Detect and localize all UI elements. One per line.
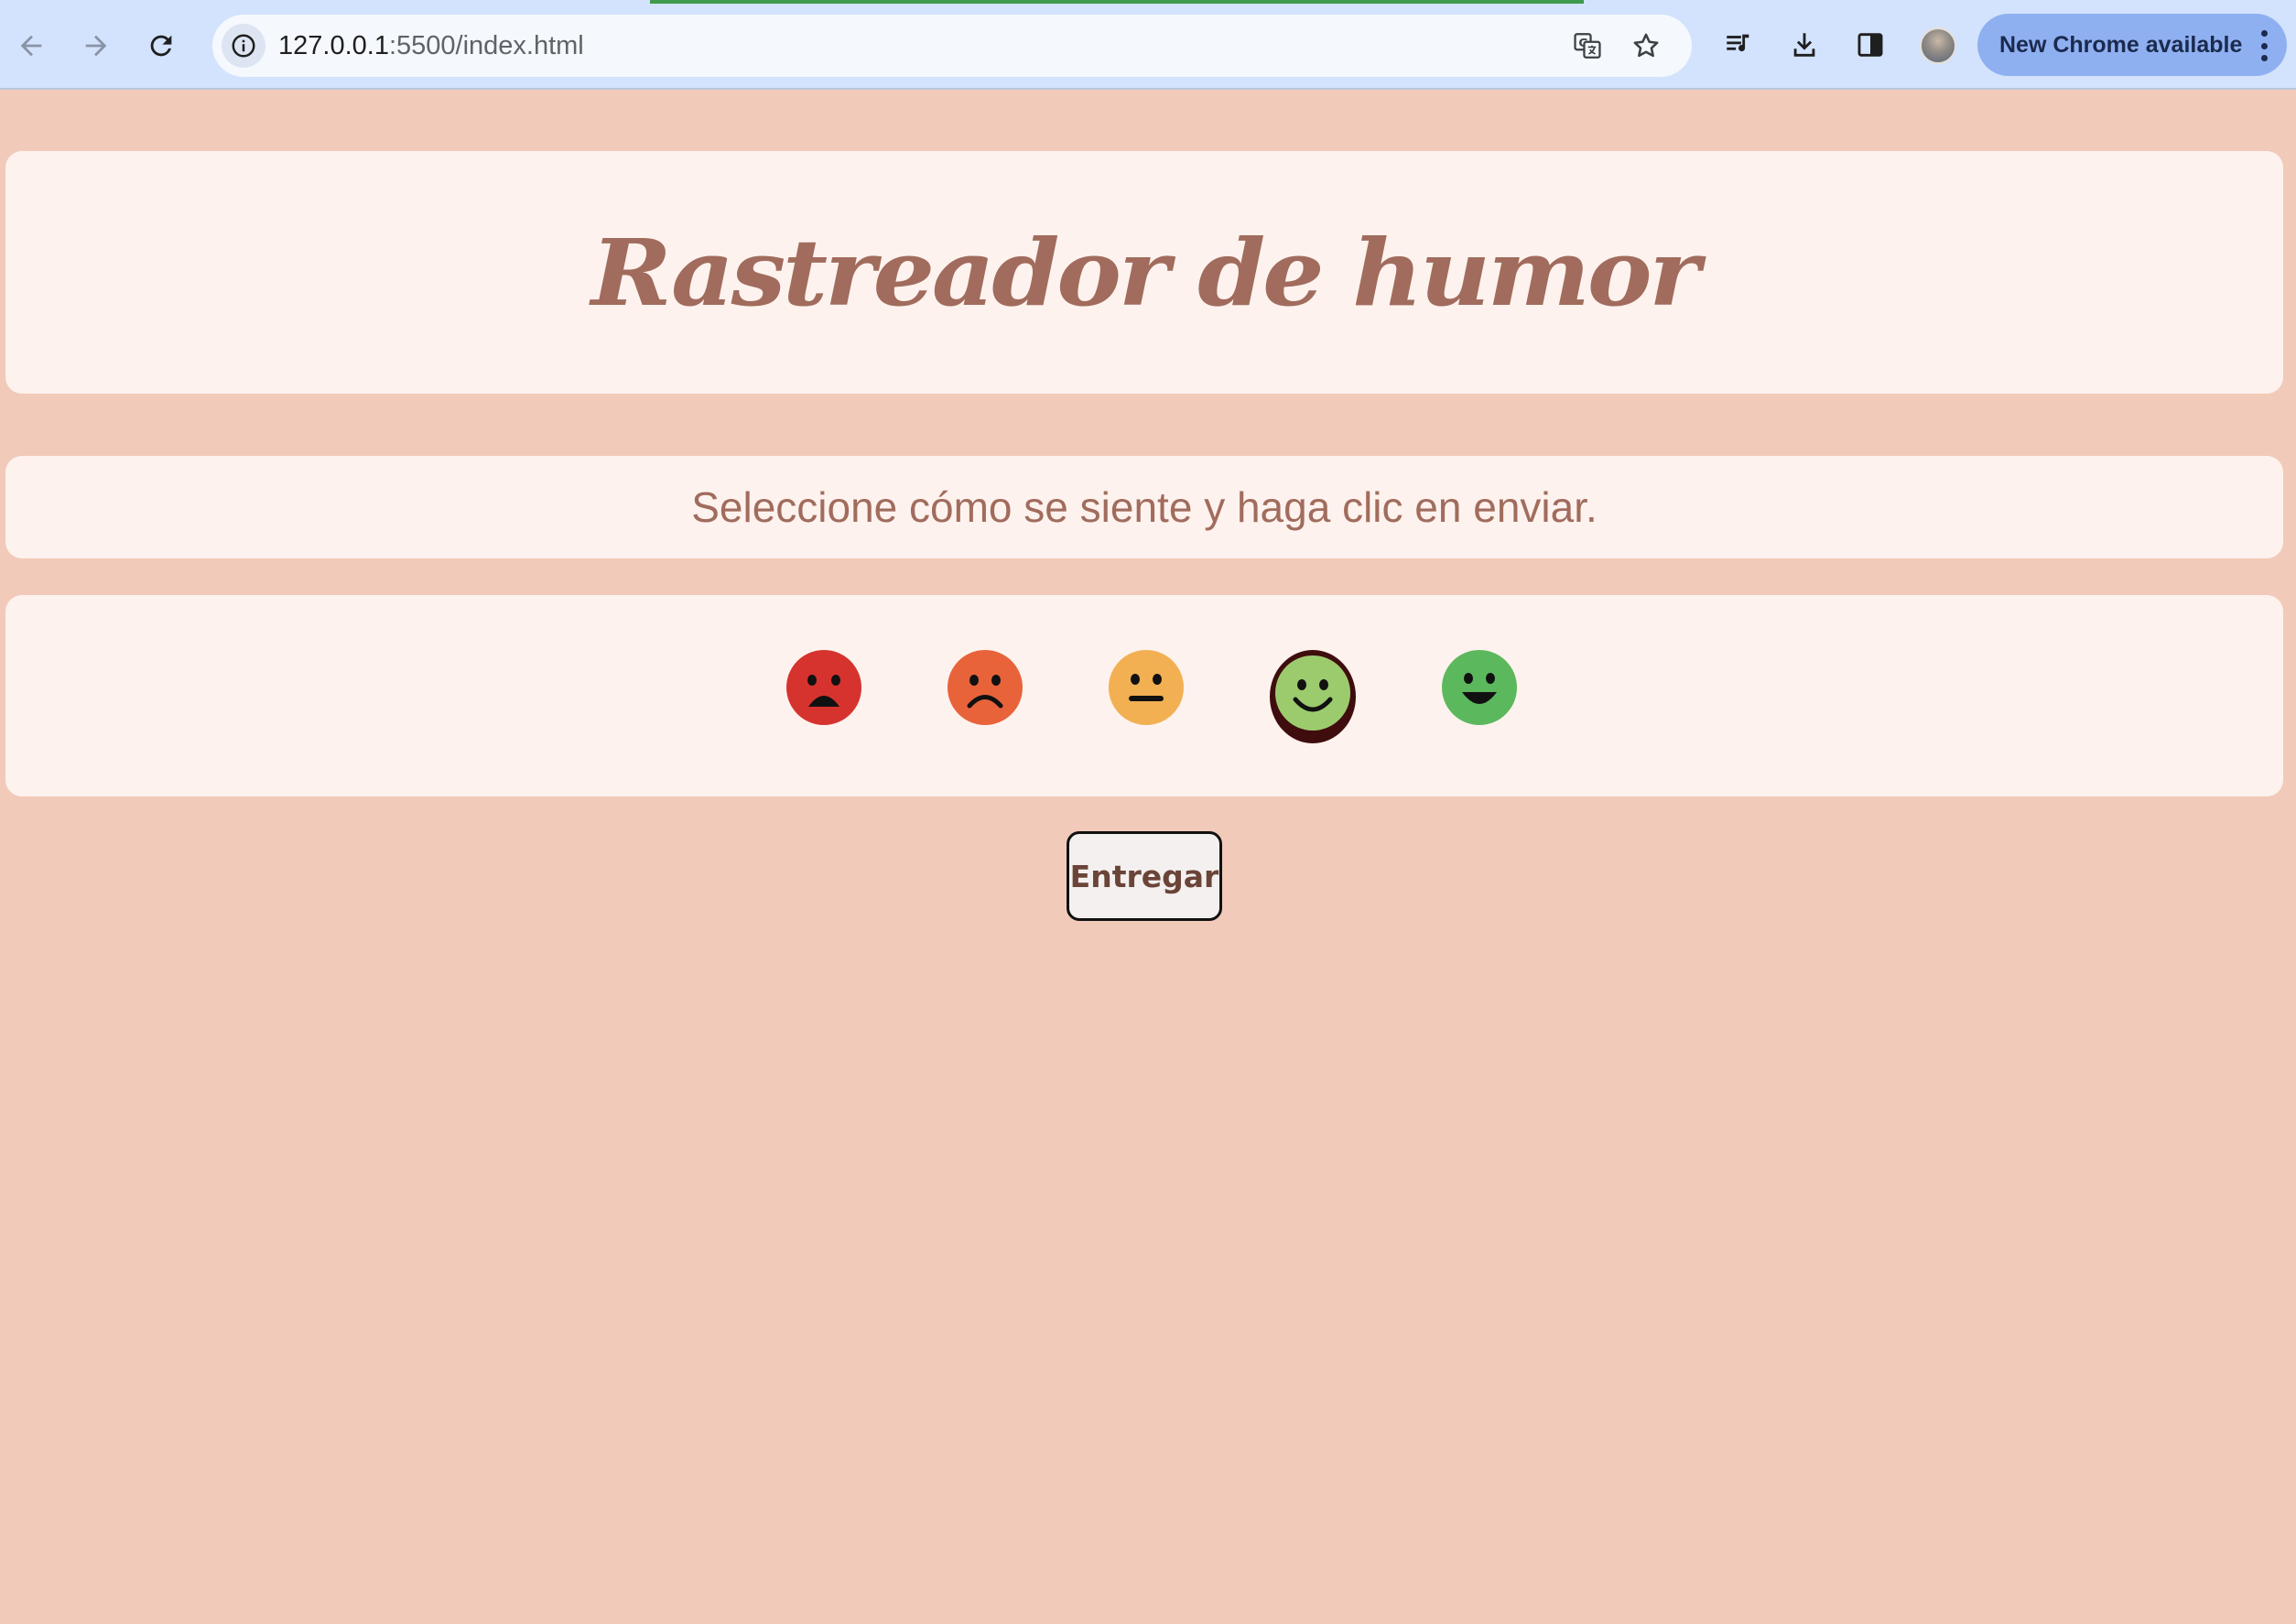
smiling-face-icon bbox=[1275, 655, 1350, 731]
site-info-icon[interactable] bbox=[222, 24, 265, 68]
browser-toolbar: 127.0.0.1:5500/index.html G New Chrome a… bbox=[0, 0, 2296, 90]
download-icon[interactable] bbox=[1783, 24, 1825, 66]
mood-selector bbox=[5, 595, 2283, 796]
page-title: Rastreador de humor bbox=[590, 218, 1700, 327]
mood-very-sad-button[interactable] bbox=[786, 650, 861, 725]
frowning-face-icon bbox=[948, 650, 1023, 725]
instructions-text: Seleccione cómo se siente y haga clic en… bbox=[691, 483, 1597, 531]
chrome-update-button[interactable]: New Chrome available bbox=[1977, 14, 2287, 76]
more-menu-icon[interactable] bbox=[2259, 30, 2269, 61]
url-host: 127.0.0.1 bbox=[278, 31, 389, 60]
submit-button[interactable]: Entregar bbox=[1067, 831, 1222, 921]
crying-face-icon bbox=[786, 650, 861, 725]
mood-neutral-button[interactable] bbox=[1109, 650, 1184, 725]
back-arrow-icon[interactable] bbox=[9, 24, 53, 68]
side-panel-icon[interactable] bbox=[1849, 24, 1891, 66]
url-path: :5500/index.html bbox=[388, 31, 584, 60]
media-queue-icon[interactable] bbox=[1717, 24, 1760, 66]
mood-happy-button[interactable] bbox=[1270, 650, 1356, 743]
address-bar[interactable]: 127.0.0.1:5500/index.html G bbox=[212, 15, 1692, 77]
neutral-face-icon bbox=[1109, 650, 1184, 725]
page-load-progress bbox=[650, 0, 1584, 4]
header-card: Rastreador de humor bbox=[5, 151, 2283, 394]
translate-icon[interactable]: G bbox=[1569, 27, 1606, 64]
update-button-label: New Chrome available bbox=[1999, 31, 2243, 58]
grinning-face-icon bbox=[1442, 650, 1517, 725]
instructions-card: Seleccione cómo se siente y haga clic en… bbox=[5, 456, 2283, 558]
url-text[interactable]: 127.0.0.1:5500/index.html bbox=[278, 15, 584, 77]
mood-very-happy-button[interactable] bbox=[1442, 650, 1517, 725]
bookmark-star-icon[interactable] bbox=[1628, 27, 1664, 64]
forward-arrow-icon[interactable] bbox=[74, 24, 118, 68]
mood-sad-button[interactable] bbox=[948, 650, 1023, 725]
profile-avatar[interactable] bbox=[1920, 27, 1956, 64]
reload-icon[interactable] bbox=[139, 24, 183, 68]
